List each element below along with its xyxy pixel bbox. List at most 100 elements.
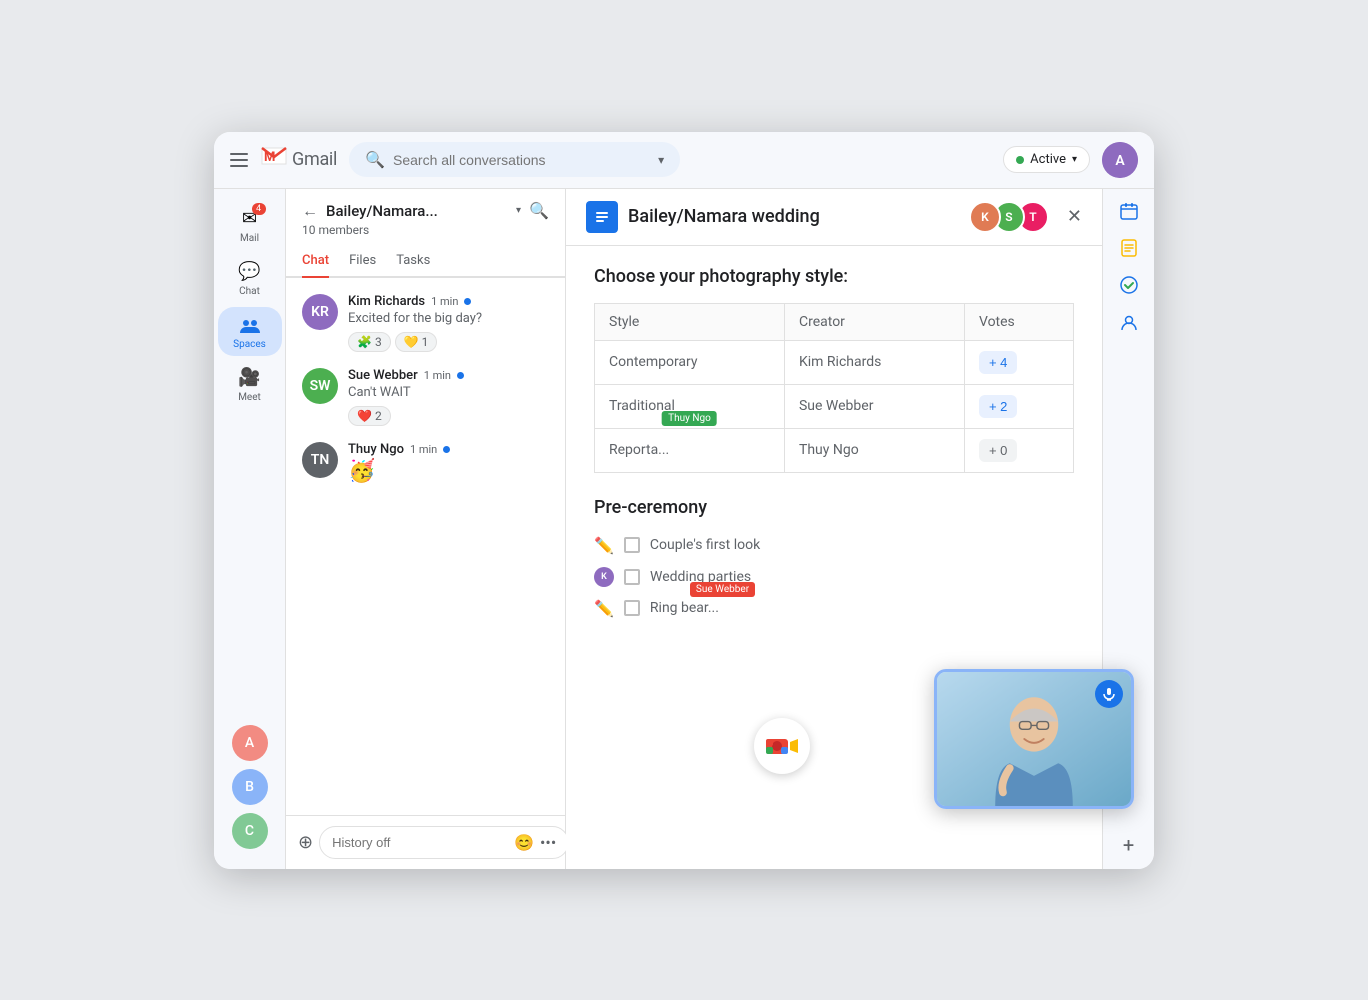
mail-icon: ✉ 4 (238, 207, 262, 231)
checklist-item: ✏️ Couple's first look (594, 530, 1074, 561)
doc-header: Bailey/Namara wedding K S T ✕ (566, 189, 1102, 246)
sidebar-item-meet[interactable]: 🎥 Meet (218, 360, 282, 409)
sidebar-avatar-1[interactable]: A (232, 725, 268, 761)
doc-title: Bailey/Namara wedding (628, 206, 967, 227)
vote-button[interactable]: + 0 (979, 439, 1017, 462)
notes-icon[interactable] (1119, 238, 1139, 263)
sender-name: Kim Richards (348, 294, 425, 309)
sidebar-item-spaces[interactable]: Spaces (218, 307, 282, 356)
contacts-icon[interactable] (1119, 312, 1139, 337)
message-input-wrap: 😊 ••• (319, 826, 569, 859)
chat-icon: 💬 (238, 260, 262, 284)
vote-button[interactable]: + 4 (979, 351, 1017, 374)
online-indicator (457, 372, 464, 379)
chat-search-button[interactable]: 🔍 (529, 201, 549, 220)
chat-tabs: Chat Files Tasks (286, 245, 565, 278)
pip-mic-button[interactable] (1095, 680, 1123, 708)
doc-avatars: K S T (977, 201, 1049, 233)
more-options-button[interactable]: ••• (540, 833, 556, 852)
checkbox[interactable] (624, 569, 640, 585)
tasks-icon[interactable] (1119, 275, 1139, 300)
checklist-text: Couple's first look (650, 537, 760, 553)
avatar: TN (302, 442, 338, 478)
topbar: M Gmail 🔍 ▾ Active ▾ A (214, 132, 1154, 189)
mail-badge: 4 (252, 203, 266, 215)
add-panel-button[interactable]: + (1123, 833, 1134, 857)
style-cell: Contemporary (595, 340, 785, 384)
hamburger-menu[interactable] (230, 153, 248, 167)
message-time: 1 min (431, 295, 458, 308)
chat-label: Chat (239, 286, 260, 297)
calendar-icon[interactable] (1119, 201, 1139, 226)
vote-button[interactable]: + 2 (979, 395, 1017, 418)
tab-tasks[interactable]: Tasks (396, 245, 430, 278)
search-input[interactable] (393, 152, 650, 168)
checklist-text: Ring bear... Sue Webber (650, 600, 719, 616)
sidebar-item-mail[interactable]: ✉ 4 Mail (218, 201, 282, 250)
active-status[interactable]: Active ▾ (1003, 146, 1090, 173)
message-item[interactable]: SW Sue Webber 1 min Can't WAIT ❤️2 (286, 360, 565, 434)
checkbox[interactable] (624, 600, 640, 616)
user-avatar[interactable]: A (1102, 142, 1138, 178)
creator-cell: Kim Richards (784, 340, 964, 384)
search-bar[interactable]: 🔍 ▾ (349, 142, 680, 177)
checkbox[interactable] (624, 537, 640, 553)
table-row: Thuy Ngo Reporta... Thuy Ngo + 0 (595, 428, 1074, 472)
chat-header: ← Bailey/Namara... ▾ 🔍 (286, 189, 565, 221)
message-item[interactable]: TN Thuy Ngo 1 min 🥳 (286, 434, 565, 492)
doc-icon (586, 201, 618, 233)
user-avatars-list: A B C (232, 717, 268, 857)
message-text: 🥳 (348, 459, 549, 484)
active-dot (1016, 156, 1024, 164)
photo-table: Style Creator Votes Contemporary Kim Ric… (594, 303, 1074, 473)
style-cell: Thuy Ngo Reporta... (595, 428, 785, 472)
poll-title: Choose your photography style: (594, 266, 1074, 287)
sidebar-avatar-2[interactable]: B (232, 769, 268, 805)
reaction-pill[interactable]: 🧩3 (348, 332, 391, 352)
reaction-pill[interactable]: ❤️2 (348, 406, 391, 426)
avatar: SW (302, 368, 338, 404)
emoji-button[interactable]: 😊 (514, 833, 534, 852)
table-row: Contemporary Kim Richards + 4 (595, 340, 1074, 384)
message-input[interactable] (332, 835, 508, 850)
close-button[interactable]: ✕ (1067, 206, 1082, 227)
avatar: KR (302, 294, 338, 330)
message-time: 1 min (410, 443, 437, 456)
votes-cell: + 4 (964, 340, 1073, 384)
sidebar-item-chat[interactable]: 💬 Chat (218, 254, 282, 303)
online-indicator (443, 446, 450, 453)
checklist-item: K Wedding parties (594, 561, 1074, 593)
message-content: Sue Webber 1 min Can't WAIT ❤️2 (348, 368, 549, 426)
add-attachment-button[interactable]: ⊕ (298, 828, 313, 856)
message-time: 1 min (424, 369, 451, 382)
checklist-item: ✏️ Ring bear... Sue Webber (594, 593, 1074, 624)
meet-label: Meet (238, 392, 261, 403)
back-button[interactable]: ← (302, 201, 318, 221)
spaces-icon (238, 313, 262, 337)
video-pip (934, 669, 1134, 809)
col-votes: Votes (964, 303, 1073, 340)
col-style: Style (595, 303, 785, 340)
tab-chat[interactable]: Chat (302, 245, 329, 278)
chat-panel: ← Bailey/Namara... ▾ 🔍 10 members Chat F… (286, 189, 566, 869)
tab-files[interactable]: Files (349, 245, 376, 278)
chat-input-bar: ⊕ 😊 ••• ➤ (286, 815, 565, 869)
svg-text:A: A (1115, 153, 1125, 169)
chat-messages: KR Kim Richards 1 min Excited for the bi… (286, 278, 565, 815)
sender-name: Sue Webber (348, 368, 418, 383)
active-chevron-icon: ▾ (1072, 154, 1077, 165)
meet-camera-button[interactable] (754, 718, 810, 774)
cursor-label-thuyngo: Thuy Ngo (662, 411, 717, 426)
reaction-pill[interactable]: 💛1 (395, 332, 438, 352)
doc-avatar-1: K (969, 201, 1001, 233)
online-indicator (464, 298, 471, 305)
message-text: Excited for the big day? (348, 311, 549, 326)
reactions: ❤️2 (348, 406, 549, 426)
task-icon: ✏️ (594, 536, 614, 555)
space-title-chevron-icon: ▾ (516, 205, 521, 216)
message-content: Thuy Ngo 1 min 🥳 (348, 442, 549, 484)
message-item[interactable]: KR Kim Richards 1 min Excited for the bi… (286, 286, 565, 360)
app-window: M Gmail 🔍 ▾ Active ▾ A ✉ 4 (214, 132, 1154, 869)
search-icon: 🔍 (365, 150, 385, 169)
sidebar-avatar-3[interactable]: C (232, 813, 268, 849)
